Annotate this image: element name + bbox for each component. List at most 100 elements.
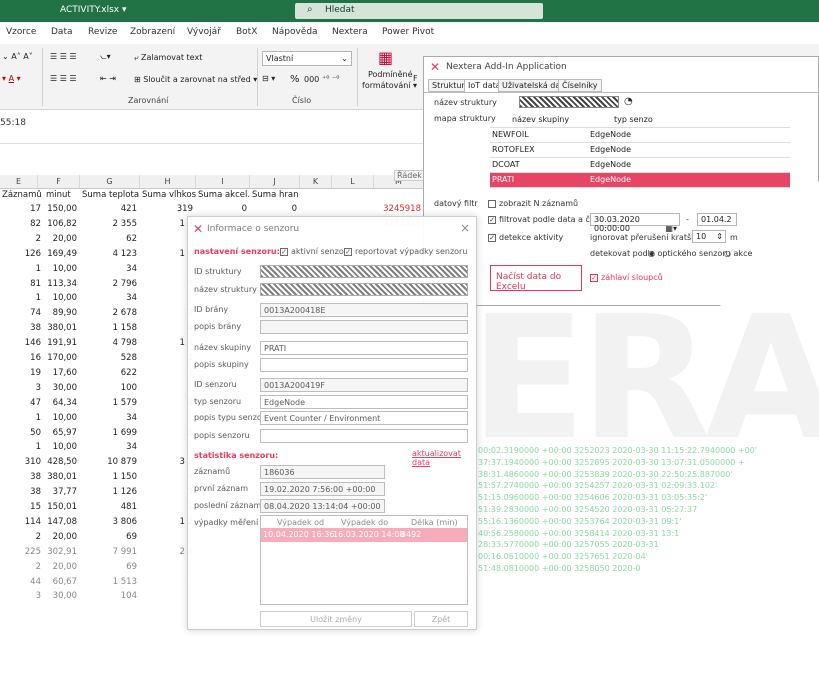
table-cell[interactable]: 1 158 xyxy=(80,323,140,337)
table-cell[interactable]: 20,00 xyxy=(44,234,80,248)
table-cell[interactable]: 104 xyxy=(80,591,140,605)
table-cell[interactable]: 10,00 xyxy=(44,413,80,427)
table-cell[interactable]: 30,00 xyxy=(44,383,80,397)
table-cell[interactable]: 3 xyxy=(0,383,44,397)
table-cell[interactable]: 89,90 xyxy=(44,308,80,322)
column-header-l[interactable]: L xyxy=(332,175,374,189)
table-cell[interactable]: 3 xyxy=(0,591,44,605)
header-cell-humidity[interactable]: Suma vlhkost xyxy=(140,190,196,204)
table-cell[interactable]: 10,00 xyxy=(44,264,80,278)
column-header-h[interactable]: H xyxy=(140,175,196,189)
table-cell[interactable]: 34 xyxy=(80,293,140,307)
table-cell[interactable]: 38 xyxy=(0,487,44,501)
table-cell[interactable]: 113,34 xyxy=(44,279,80,293)
table-cell[interactable]: 528 xyxy=(80,353,140,367)
table-cell[interactable]: 34 xyxy=(80,442,140,456)
map-row-selected[interactable]: PRATI EdgeNode xyxy=(490,173,790,188)
column-header-f[interactable]: F xyxy=(38,175,80,189)
accel-radio[interactable]: ○ akce xyxy=(724,249,752,258)
table-cell[interactable]: 100 xyxy=(80,383,140,397)
table-cell[interactable]: 191,91 xyxy=(44,338,80,352)
table-cell[interactable]: 38 xyxy=(0,472,44,486)
save-button[interactable]: Uložit změny xyxy=(260,611,412,627)
table-cell[interactable]: 146 xyxy=(0,338,44,352)
table-cell[interactable]: 622 xyxy=(80,368,140,382)
table-cell[interactable]: 428,50 xyxy=(44,457,80,471)
map-row[interactable]: ROTOFLEX EdgeNode xyxy=(490,143,790,158)
table-cell[interactable]: 64,34 xyxy=(44,398,80,412)
detect-activity-checkbox[interactable]: ✓ detekce aktivity xyxy=(488,233,563,242)
header-columns-checkbox[interactable]: ✓ záhlaví sloupců xyxy=(590,273,663,282)
table-cell[interactable]: 302,91 xyxy=(44,547,80,561)
structure-name-field[interactable] xyxy=(519,96,619,108)
table-cell[interactable]: 1 xyxy=(0,413,44,427)
table-cell[interactable]: 38 xyxy=(0,323,44,337)
tab-vyvojar[interactable]: Vývojář xyxy=(187,27,221,37)
align-horizontal-buttons[interactable]: ☰ ☰ ☰ xyxy=(50,74,77,83)
table-cell[interactable]: 69 xyxy=(80,562,140,576)
load-to-excel-button[interactable]: Načíst data do Excelu xyxy=(490,265,582,292)
currency-button[interactable]: ⊟ ▾ xyxy=(262,74,275,83)
tab-codebooks[interactable]: Číselníky xyxy=(558,79,602,92)
optical-sensor-radio[interactable]: ◉ optického senzoru xyxy=(648,249,731,258)
tab-revize[interactable]: Revize xyxy=(88,27,117,37)
table-cell[interactable]: 2 796 xyxy=(80,279,140,293)
table-cell[interactable]: 19 xyxy=(0,368,44,382)
date-to-input[interactable]: 01.04.2 xyxy=(697,213,737,226)
table-cell[interactable]: 310 xyxy=(0,457,44,471)
table-cell[interactable]: 2 355 xyxy=(80,219,140,233)
column-header-g[interactable]: G xyxy=(80,175,140,189)
table-cell[interactable]: 421 xyxy=(80,204,140,218)
close-icon[interactable]: × xyxy=(460,221,470,235)
tab-zobrazeni[interactable]: Zobrazení xyxy=(130,27,175,37)
table-cell[interactable]: 150,01 xyxy=(44,502,80,516)
table-cell[interactable]: 2 678 xyxy=(80,308,140,322)
table-cell[interactable]: 20,00 xyxy=(44,562,80,576)
table-cell[interactable]: 1 699 xyxy=(80,428,140,442)
tab-power-pivot[interactable]: Power Pivot xyxy=(382,27,434,37)
table-cell[interactable]: 82 xyxy=(0,219,44,233)
table-cell[interactable]: 69 xyxy=(80,532,140,546)
thousands-button[interactable]: 000 xyxy=(304,75,319,84)
table-cell[interactable]: 1 150 xyxy=(80,472,140,486)
search-box[interactable]: ⌕ Hledat xyxy=(295,3,543,19)
table-cell[interactable]: 1 xyxy=(0,264,44,278)
table-cell[interactable]: 16 xyxy=(0,353,44,367)
tab-napoveda[interactable]: Nápověda xyxy=(272,27,318,37)
table-cell[interactable]: 170,00 xyxy=(44,353,80,367)
column-header-j[interactable]: J xyxy=(250,175,300,189)
table-cell[interactable]: 1 579 xyxy=(80,398,140,412)
table-cell[interactable]: 10,00 xyxy=(44,293,80,307)
table-cell[interactable]: 7 991 xyxy=(80,547,140,561)
column-header-i[interactable]: I xyxy=(196,175,250,189)
table-cell[interactable]: 17,60 xyxy=(44,368,80,382)
table-cell[interactable]: 2 xyxy=(0,532,44,546)
table-cell[interactable]: 50 xyxy=(0,428,44,442)
report-groups-checkbox[interactable]: ✓ reportovat výpadky senzoru xyxy=(344,247,467,256)
table-cell[interactable]: 106,82 xyxy=(44,219,80,233)
table-cell[interactable]: 4 798 xyxy=(80,338,140,352)
tab-botx[interactable]: BotX xyxy=(236,27,257,37)
table-cell[interactable]: 34 xyxy=(80,413,140,427)
table-cell[interactable]: 1 xyxy=(0,442,44,456)
active-sensor-checkbox[interactable]: ✓ aktivní senzor xyxy=(280,247,347,256)
column-header-k[interactable]: K xyxy=(300,175,332,189)
refresh-icon[interactable]: ◔ xyxy=(624,96,633,107)
table-cell[interactable]: 380,01 xyxy=(44,323,80,337)
table-cell[interactable]: 17 xyxy=(0,204,44,218)
sensor-desc-field[interactable] xyxy=(260,429,468,443)
table-cell[interactable]: 225 xyxy=(0,547,44,561)
table-cell[interactable]: 1 126 xyxy=(80,487,140,501)
table-cell[interactable]: 1 xyxy=(0,293,44,307)
number-format-select[interactable]: Vlastní ⌄ xyxy=(262,51,352,66)
header-cell-temp[interactable]: Suma teplota xyxy=(80,190,140,204)
table-cell[interactable]: 62 xyxy=(80,234,140,248)
header-cell-minutes[interactable]: minut xyxy=(44,190,80,204)
orientation-button[interactable]: ⦦▾ xyxy=(100,52,111,62)
table-cell[interactable]: 20,00 xyxy=(44,532,80,546)
table-cell[interactable]: 1 513 xyxy=(80,577,140,591)
percent-button[interactable]: % xyxy=(290,74,300,85)
table-cell[interactable]: 65,97 xyxy=(44,428,80,442)
font-color-button[interactable]: ▾ A ▾ xyxy=(2,74,21,83)
table-cell[interactable]: 74 xyxy=(0,308,44,322)
